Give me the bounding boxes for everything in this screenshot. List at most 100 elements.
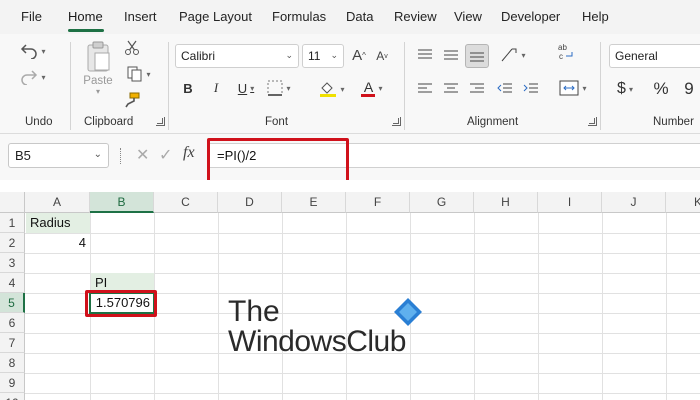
wrap-text-button[interactable]: ab c: [555, 40, 577, 64]
decrease-font-button[interactable]: Av: [374, 47, 390, 65]
font-size-value: 11: [308, 49, 321, 63]
increase-indent-button[interactable]: [520, 78, 542, 100]
cancel-icon[interactable]: ✕: [136, 145, 149, 165]
column-header-a[interactable]: A: [25, 192, 90, 213]
center-align-button[interactable]: [440, 78, 462, 100]
row-header-2[interactable]: 2: [0, 233, 25, 253]
left-align-button[interactable]: [414, 78, 436, 100]
redo-button[interactable]: ▾: [20, 66, 46, 88]
formula-bar-grip[interactable]: [120, 148, 123, 164]
row-header-9[interactable]: 9: [0, 373, 25, 393]
increase-font-button[interactable]: A ^: [350, 45, 368, 65]
comma-style-button[interactable]: 9: [680, 78, 698, 100]
fill-color-button[interactable]: ▾: [316, 78, 348, 100]
column-header-e[interactable]: E: [282, 192, 346, 213]
grid-line: [474, 213, 475, 400]
alignment-launcher-icon[interactable]: [588, 117, 597, 126]
select-all-corner[interactable]: [0, 192, 25, 213]
enter-icon[interactable]: ✓: [159, 145, 172, 165]
number-group-label: Number: [653, 116, 694, 128]
column-header-k[interactable]: K: [666, 192, 700, 213]
undo-button[interactable]: ▾: [20, 40, 46, 62]
menu-home[interactable]: Home: [68, 9, 103, 24]
row-header-1[interactable]: 1: [0, 213, 25, 233]
font-name-value: Calibri: [181, 49, 216, 63]
formula-input[interactable]: =PI()/2: [208, 143, 700, 168]
merge-center-button[interactable]: ▾: [555, 76, 591, 100]
insert-function-icon[interactable]: fx: [183, 144, 195, 162]
wrap-text-icon: abc: [558, 43, 573, 61]
copy-icon: [127, 66, 142, 82]
menu-formulas[interactable]: Formulas: [272, 9, 326, 24]
font-group-label: Font: [265, 116, 289, 128]
orientation-button[interactable]: ▾: [497, 44, 529, 66]
name-box[interactable]: B5 ⌄: [8, 143, 109, 168]
middle-align-button[interactable]: [440, 44, 462, 66]
clipboard-launcher-icon[interactable]: [156, 117, 165, 126]
bottom-align-button[interactable]: [465, 44, 489, 68]
number-format-value: General: [615, 49, 658, 63]
cut-button[interactable]: [122, 38, 142, 58]
column-header-g[interactable]: G: [410, 192, 474, 213]
top-align-button[interactable]: [414, 44, 436, 66]
currency-button[interactable]: $ ▾: [612, 78, 638, 100]
borders-button[interactable]: ▾: [264, 78, 294, 98]
format-painter-button[interactable]: [122, 90, 142, 110]
formula-text: =PI()/2: [217, 148, 257, 163]
number-format-select[interactable]: General: [609, 44, 700, 68]
font-launcher-icon[interactable]: [392, 117, 401, 126]
grid-line: [25, 233, 700, 234]
decrease-indent-button[interactable]: [494, 78, 516, 100]
row-header-8[interactable]: 8: [0, 353, 25, 373]
underline-button[interactable]: U ▾: [232, 78, 260, 98]
group-separator: [404, 42, 405, 130]
font-size-select[interactable]: 11 ⌄: [302, 44, 344, 68]
column-header-f[interactable]: F: [346, 192, 410, 213]
grid-line: [218, 213, 219, 400]
paintbrush-icon: [125, 92, 140, 108]
watermark: The WindowsClub: [228, 295, 428, 365]
active-tab-indicator: [68, 29, 104, 32]
column-header-j[interactable]: J: [602, 192, 666, 213]
cell-a2[interactable]: 4: [26, 233, 90, 253]
column-header-b[interactable]: B: [90, 192, 154, 213]
menu-page-layout[interactable]: Page Layout: [179, 9, 252, 24]
ribbon: ▾ ▾ Undo Paste ▾ ▾ Clipboard Calibri ⌄ 1…: [0, 34, 700, 134]
row-header-3[interactable]: 3: [0, 253, 25, 273]
bold-button[interactable]: B: [180, 78, 196, 98]
menu-file[interactable]: File: [21, 9, 42, 24]
font-name-select[interactable]: Calibri ⌄: [175, 44, 299, 68]
align-left-icon: [418, 83, 432, 93]
column-header-d[interactable]: D: [218, 192, 282, 213]
percent-button[interactable]: %: [650, 78, 672, 100]
clipboard-group-label: Clipboard: [84, 116, 134, 128]
column-header-i[interactable]: I: [538, 192, 602, 213]
menu-developer[interactable]: Developer: [501, 9, 560, 24]
row-header-6[interactable]: 6: [0, 313, 25, 333]
menu-review[interactable]: Review: [394, 9, 437, 24]
italic-icon: I: [213, 80, 219, 95]
windowsclub-logo-icon: [394, 298, 422, 326]
column-header-h[interactable]: H: [474, 192, 538, 213]
paste-button[interactable]: Paste ▾: [80, 38, 116, 98]
menu-data[interactable]: Data: [346, 9, 373, 24]
row-header-5[interactable]: 5: [0, 293, 25, 313]
right-align-button[interactable]: [466, 78, 488, 100]
cell-b4[interactable]: PI: [91, 273, 154, 293]
menu-help[interactable]: Help: [582, 9, 609, 24]
column-header-c[interactable]: C: [154, 192, 218, 213]
menu-insert[interactable]: Insert: [124, 9, 157, 24]
italic-button[interactable]: I: [208, 78, 224, 98]
row-header-7[interactable]: 7: [0, 333, 25, 353]
clipboard-icon: [87, 41, 110, 71]
font-color-icon: A: [363, 78, 374, 95]
cell-a1[interactable]: Radius: [26, 213, 90, 233]
row-header-4[interactable]: 4: [0, 273, 25, 293]
menu-view[interactable]: View: [454, 9, 482, 24]
name-box-value: B5: [15, 148, 31, 163]
align-center-icon: [444, 83, 458, 93]
copy-button[interactable]: ▾: [122, 64, 156, 84]
font-color-button[interactable]: A ▾: [358, 77, 386, 99]
borders-icon: [267, 80, 283, 96]
row-header-10[interactable]: 10: [0, 393, 25, 400]
